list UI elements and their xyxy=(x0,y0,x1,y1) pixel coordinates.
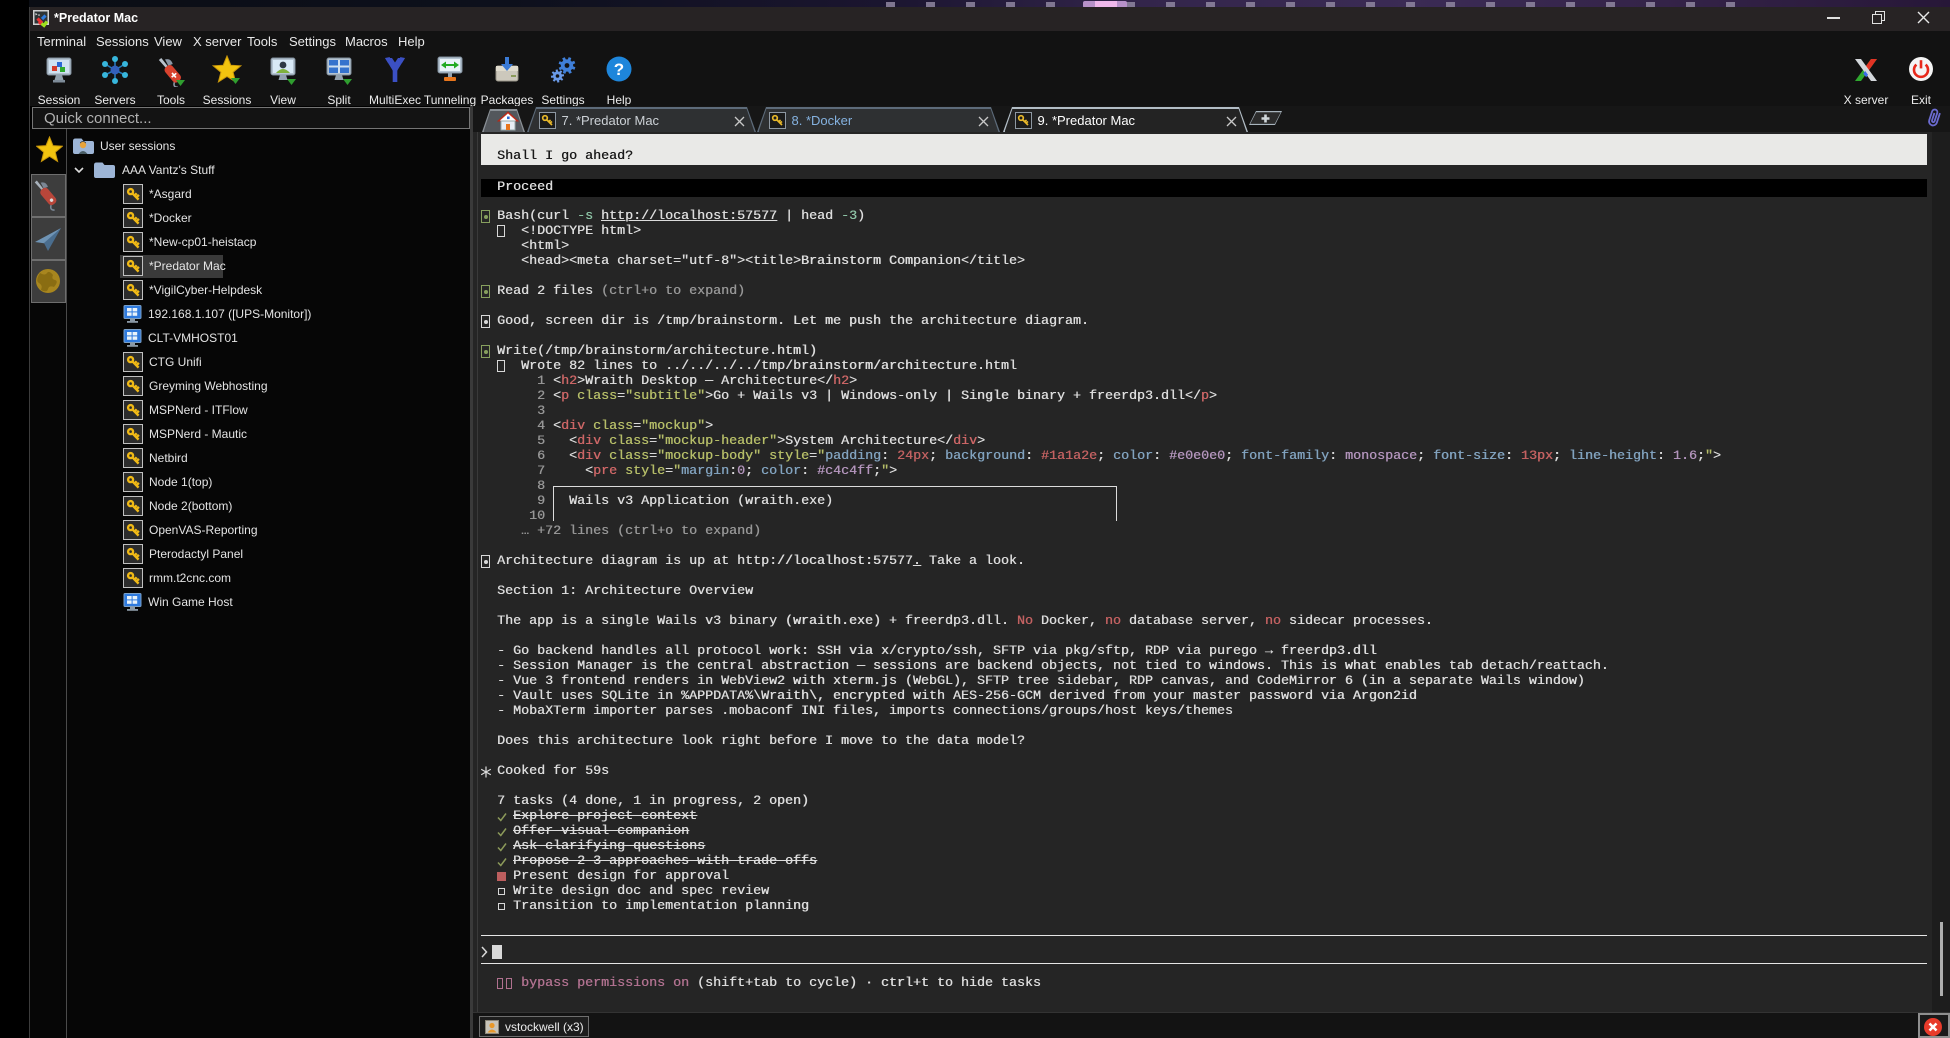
svg-text:?: ? xyxy=(614,60,624,79)
